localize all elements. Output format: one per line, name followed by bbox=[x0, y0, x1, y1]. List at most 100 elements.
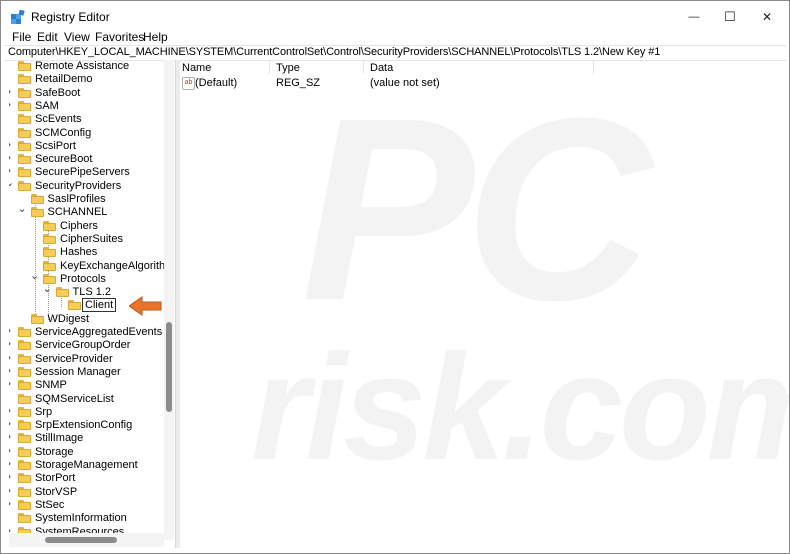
tree-item-storagemanagement[interactable]: › StorageManagement bbox=[9, 457, 174, 472]
tree-horizontal-scroll-thumb[interactable] bbox=[45, 537, 117, 543]
column-separator[interactable] bbox=[593, 60, 594, 74]
folder-icon bbox=[18, 513, 31, 523]
menu-help[interactable]: Help bbox=[143, 30, 168, 44]
chevron-right-icon[interactable]: › bbox=[9, 444, 13, 456]
tree-item-label: SAM bbox=[35, 100, 59, 112]
chevron-right-icon[interactable]: › bbox=[9, 457, 13, 469]
column-separator[interactable] bbox=[363, 60, 364, 74]
tree-item-srp[interactable]: › Srp bbox=[9, 404, 174, 419]
chevron-right-icon[interactable]: › bbox=[9, 497, 13, 509]
folder-icon bbox=[18, 487, 31, 497]
tree-item-protocols[interactable]: ⌄ Protocols bbox=[9, 271, 174, 286]
tree-item-hashes[interactable]: Hashes bbox=[9, 246, 174, 259]
chevron-right-icon[interactable]: › bbox=[9, 138, 13, 150]
chevron-right-icon[interactable]: › bbox=[9, 151, 13, 163]
menu-favorites[interactable]: Favorites bbox=[95, 30, 144, 44]
menu-edit[interactable]: Edit bbox=[37, 30, 58, 44]
column-header-data[interactable]: Data bbox=[370, 62, 393, 74]
address-path[interactable]: Computer\HKEY_LOCAL_MACHINE\SYSTEM\Curre… bbox=[8, 46, 660, 58]
chevron-right-icon[interactable]: › bbox=[9, 364, 13, 376]
column-header-type[interactable]: Type bbox=[276, 62, 300, 74]
chevron-down-icon[interactable]: ⌄ bbox=[30, 271, 39, 282]
tree-item-label: Hashes bbox=[60, 246, 98, 258]
menu-view[interactable]: View bbox=[64, 30, 90, 44]
chevron-right-icon[interactable]: › bbox=[9, 470, 13, 482]
tree-item-storvsp[interactable]: › StorVSP bbox=[9, 484, 174, 499]
menu-bar: File Edit View Favorites Help bbox=[1, 28, 789, 46]
tree-item-servicegrouporder[interactable]: › ServiceGroupOrder bbox=[9, 337, 174, 352]
folder-icon bbox=[18, 367, 31, 377]
tree-item-label: CipherSuites bbox=[60, 233, 123, 245]
tree-item-systeminformation[interactable]: SystemInformation bbox=[9, 512, 174, 525]
column-separator[interactable] bbox=[269, 60, 270, 74]
tree-item-secureboot[interactable]: › SecureBoot bbox=[9, 151, 174, 166]
folder-icon bbox=[18, 354, 31, 364]
tree-item-stsec[interactable]: › StSec bbox=[9, 497, 174, 512]
tree-item-sqmservicelist[interactable]: SQMServiceList bbox=[9, 393, 174, 406]
address-bar[interactable]: Computer\HKEY_LOCAL_MACHINE\SYSTEM\Curre… bbox=[4, 45, 786, 61]
tree-item-safeboot[interactable]: › SafeBoot bbox=[9, 85, 174, 100]
chevron-down-icon[interactable]: ⌄ bbox=[9, 178, 14, 189]
tree-item-snmp[interactable]: › SNMP bbox=[9, 377, 174, 392]
chevron-right-icon[interactable]: › bbox=[9, 430, 13, 442]
folder-icon bbox=[43, 261, 56, 271]
chevron-right-icon[interactable]: › bbox=[9, 377, 13, 389]
chevron-down-icon[interactable]: ⌄ bbox=[18, 204, 27, 215]
tree-item-remote-assistance[interactable]: Remote Assistance bbox=[9, 60, 174, 73]
tree-item-stillimage[interactable]: › StillImage bbox=[9, 430, 174, 445]
chevron-right-icon[interactable]: › bbox=[9, 98, 13, 110]
folder-icon bbox=[18, 181, 31, 191]
folder-icon bbox=[18, 74, 31, 84]
chevron-right-icon[interactable]: › bbox=[9, 337, 13, 349]
tree-item-storport[interactable]: › StorPort bbox=[9, 470, 174, 485]
tree-item-serviceaggregatedevents[interactable]: › ServiceAggregatedEvents bbox=[9, 324, 174, 339]
tree-horizontal-scrollbar[interactable] bbox=[9, 533, 164, 547]
value-name: (Default) bbox=[195, 77, 238, 89]
folder-icon bbox=[68, 300, 81, 310]
tree-item-retaildemo[interactable]: RetailDemo bbox=[9, 73, 174, 86]
tree-item-session-manager[interactable]: › Session Manager bbox=[9, 364, 174, 379]
tree-item-label: SecureBoot bbox=[35, 153, 93, 165]
tree-item-label: WDigest bbox=[47, 313, 90, 325]
tree-item-label: ScsiPort bbox=[35, 140, 76, 152]
chevron-right-icon[interactable]: › bbox=[9, 417, 13, 429]
tree-item-srpextensionconfig[interactable]: › SrpExtensionConfig bbox=[9, 417, 174, 432]
folder-icon bbox=[30, 207, 44, 217]
chevron-right-icon[interactable]: › bbox=[9, 351, 13, 363]
folder-icon bbox=[18, 327, 31, 337]
chevron-right-icon[interactable]: › bbox=[9, 164, 13, 176]
chevron-right-icon[interactable]: › bbox=[9, 324, 13, 336]
tree-item-storage[interactable]: › Storage bbox=[9, 444, 174, 459]
tree-item-label: RetailDemo bbox=[35, 73, 93, 85]
tree-item-schannel[interactable]: ⌄ SCHANNEL bbox=[9, 204, 174, 219]
tree-vertical-scrollbar[interactable] bbox=[164, 60, 174, 540]
tree-item-securepipeservers[interactable]: › SecurePipeServers bbox=[9, 164, 174, 179]
tree-item-saslprofiles[interactable]: SaslProfiles bbox=[9, 193, 174, 206]
chevron-right-icon[interactable]: › bbox=[9, 484, 13, 496]
tree-item-serviceprovider[interactable]: › ServiceProvider bbox=[9, 351, 174, 366]
rename-key-input[interactable]: Client bbox=[82, 298, 117, 312]
folder-icon bbox=[18, 447, 31, 457]
folder-icon bbox=[18, 101, 31, 111]
tree-item-scmconfig[interactable]: SCMConfig bbox=[9, 127, 174, 140]
tree-item-scevents[interactable]: ScEvents bbox=[9, 113, 174, 126]
values-list[interactable]: Name Type Data ab (Default) REG_SZ (valu… bbox=[179, 60, 787, 548]
menu-file[interactable]: File bbox=[12, 30, 31, 44]
tree-item-label: StorageManagement bbox=[35, 459, 138, 471]
tree-item-label: StSec bbox=[35, 499, 65, 511]
tree-item-label: KeyExchangeAlgorithm bbox=[60, 260, 174, 272]
tree-vertical-scroll-thumb[interactable] bbox=[166, 322, 172, 412]
tree-item-label: StorPort bbox=[35, 472, 76, 484]
tree-item-scsiport[interactable]: › ScsiPort bbox=[9, 138, 174, 153]
chevron-down-icon[interactable]: ⌄ bbox=[43, 284, 52, 295]
maximize-icon: ☐ bbox=[724, 9, 736, 24]
tree-item-securityproviders[interactable]: ⌄ SecurityProviders bbox=[9, 178, 174, 193]
column-header-name[interactable]: Name bbox=[182, 62, 211, 74]
tree-item-sam[interactable]: › SAM bbox=[9, 98, 174, 113]
tree-item-label: SrpExtensionConfig bbox=[35, 419, 133, 431]
tree-item-ciphers[interactable]: Ciphers bbox=[9, 220, 174, 233]
registry-editor-app-icon bbox=[11, 10, 25, 24]
chevron-right-icon[interactable]: › bbox=[9, 404, 13, 416]
chevron-right-icon[interactable]: › bbox=[9, 85, 13, 97]
tree-item-ciphersuites[interactable]: CipherSuites bbox=[9, 233, 174, 246]
